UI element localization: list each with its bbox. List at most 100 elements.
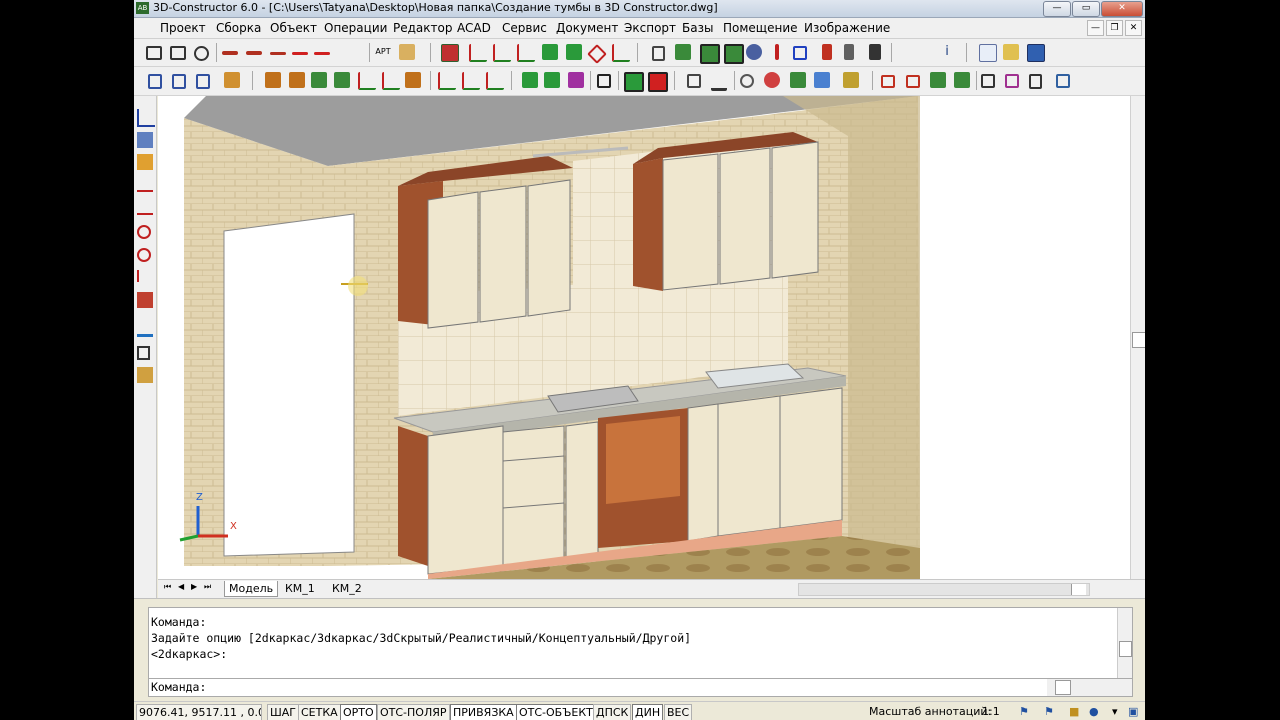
panel-3-icon[interactable] [289, 72, 305, 88]
tab-next-button[interactable]: ▶ [191, 582, 197, 591]
ducs-toggle[interactable]: ДПСК [593, 704, 632, 720]
grid-icon[interactable] [700, 44, 720, 64]
grid-toggle[interactable]: СЕТКА [298, 704, 341, 720]
tab-km2[interactable]: КМ_2 [328, 581, 366, 596]
report-green-icon[interactable] [930, 72, 946, 88]
shelf-icon[interactable] [311, 72, 327, 88]
menu-export[interactable]: Экспорт [624, 21, 676, 35]
annotation-visibility-icon[interactable]: ⚑ [1019, 705, 1029, 718]
report-2-icon[interactable] [906, 75, 920, 88]
menu-acad[interactable]: ACAD [457, 21, 491, 35]
line-dashed-icon[interactable] [270, 52, 286, 55]
report-icon[interactable] [881, 75, 895, 88]
clean-screen-icon[interactable]: ▣ [1128, 705, 1138, 718]
annotation-scale-value[interactable]: 1:1 [982, 705, 1000, 718]
doc-restore-button[interactable]: ❐ [1106, 20, 1123, 36]
command-input[interactable]: Команда: [148, 678, 1133, 697]
doc-minimize-button[interactable]: — [1087, 20, 1104, 36]
left-level-icon[interactable] [137, 318, 153, 337]
left-hand-icon[interactable] [137, 154, 153, 170]
cabinet-3-icon[interactable] [196, 74, 210, 89]
left-select-icon[interactable] [137, 132, 153, 148]
material-green-2-icon[interactable] [544, 72, 560, 88]
vertical-scrollbar[interactable] [1130, 96, 1145, 579]
minimize-button[interactable]: — [1043, 1, 1071, 17]
axis-5-icon[interactable] [358, 72, 376, 90]
otrack-toggle[interactable]: ОТС-ОБЪЕКТ [516, 704, 596, 720]
left-tools-icon[interactable] [137, 367, 153, 383]
title-bar[interactable]: AB 3D-Constructor 6.0 - [C:\Users\Tatyan… [134, 0, 1145, 18]
axis-7-icon[interactable] [438, 72, 456, 90]
status-menu-icon[interactable]: ▾ [1112, 705, 1118, 718]
dyn-toggle[interactable]: ДИН [632, 704, 664, 720]
maximize-button[interactable]: ▭ [1072, 1, 1100, 17]
report-green-2-icon[interactable] [954, 72, 970, 88]
left-mirror-icon[interactable] [137, 270, 155, 282]
tab-model[interactable]: Модель [224, 581, 279, 597]
panel-icon[interactable] [224, 72, 240, 88]
autoscale-icon[interactable]: ⚑ [1044, 705, 1054, 718]
close-button[interactable]: ✕ [1101, 1, 1143, 17]
left-move-icon[interactable] [137, 182, 153, 192]
dimension-chain-icon[interactable] [246, 51, 262, 55]
doc-close-button[interactable]: ✕ [1125, 20, 1142, 36]
menu-editor[interactable]: Редактор [393, 21, 452, 35]
horizontal-scroll-thumb[interactable] [1071, 584, 1086, 595]
menu-service[interactable]: Сервис [502, 21, 547, 35]
left-dim-icon[interactable] [137, 205, 153, 215]
print-2-icon[interactable] [1005, 74, 1019, 88]
material-green-icon[interactable] [522, 72, 538, 88]
panel-2-icon[interactable] [265, 72, 281, 88]
sweep-icon[interactable] [711, 72, 727, 91]
ortho-toggle[interactable]: ОРТО [340, 704, 377, 720]
green-tool-icon[interactable] [675, 44, 691, 60]
zoom-icon[interactable] [740, 74, 754, 88]
pencil-icon[interactable] [843, 72, 859, 88]
texture-icon[interactable] [790, 72, 806, 88]
split-icon[interactable] [822, 44, 832, 60]
vertical-scroll-thumb[interactable] [1132, 332, 1145, 348]
snap-toggle[interactable]: ШАГ [267, 704, 299, 720]
axis-6-icon[interactable] [382, 72, 400, 90]
material-purple-icon[interactable] [568, 72, 584, 88]
panel-4-icon[interactable] [405, 72, 421, 88]
axis-9-icon[interactable] [486, 72, 504, 90]
command-hscrollbar[interactable] [1047, 679, 1132, 696]
polar-toggle[interactable]: ОТС-ПОЛЯР [377, 704, 450, 720]
save-icon[interactable] [1027, 44, 1045, 62]
left-rotate-icon[interactable] [137, 248, 151, 262]
red-frame-icon[interactable] [648, 72, 668, 92]
render-icon[interactable] [764, 72, 780, 88]
triangle-icon[interactable] [587, 44, 607, 64]
horizontal-scrollbar[interactable] [798, 583, 1090, 596]
document-icon[interactable] [1029, 74, 1042, 89]
axis-icon[interactable] [469, 44, 487, 62]
axis-8-icon[interactable] [462, 72, 480, 90]
osnap-toggle[interactable]: ПРИВЯЗКА [450, 704, 517, 720]
tab-prev-button[interactable]: ◀ [178, 582, 184, 591]
tab-km1[interactable]: КМ_1 [281, 581, 319, 596]
coordinates-readout[interactable]: 9076.41, 9517.11 , 0.00 [136, 704, 262, 720]
menu-assembly[interactable]: Сборка [216, 21, 261, 35]
tab-last-button[interactable]: ⏭ [204, 582, 211, 592]
select-object-icon[interactable] [441, 44, 459, 62]
tab-first-button[interactable]: ⏮ [164, 582, 171, 592]
grid-2-icon[interactable] [724, 44, 744, 64]
menu-image[interactable]: Изображение [804, 21, 890, 35]
command-scrollbar[interactable] [1117, 608, 1132, 679]
axis-4-icon[interactable] [612, 44, 630, 62]
lineweight-toggle[interactable]: ВЕС [664, 704, 693, 720]
cabinet-2-icon[interactable] [172, 74, 186, 89]
grid-3-icon[interactable] [597, 74, 611, 88]
tree-icon[interactable] [1056, 74, 1070, 88]
line-red-2-icon[interactable] [314, 52, 330, 55]
command-scroll-thumb[interactable] [1119, 641, 1132, 657]
left-draw-icon[interactable] [137, 109, 155, 127]
lock-icon[interactable]: ■ [1069, 705, 1079, 718]
eye-icon[interactable] [746, 44, 762, 60]
apt-icon[interactable]: APT [375, 44, 391, 60]
cube-icon[interactable] [687, 74, 701, 88]
frame-icon[interactable] [146, 46, 162, 60]
print-icon[interactable] [981, 74, 995, 88]
line-red-icon[interactable] [292, 52, 308, 55]
